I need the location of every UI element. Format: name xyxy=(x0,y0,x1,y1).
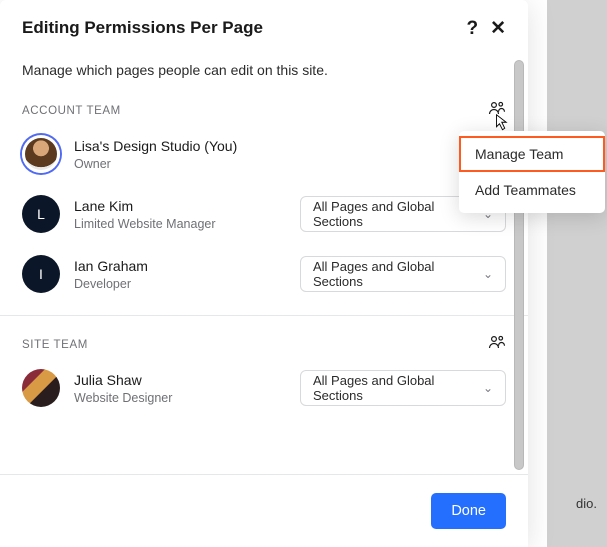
modal-subtitle: Manage which pages people can edit on th… xyxy=(22,62,506,78)
done-button[interactable]: Done xyxy=(431,493,506,529)
modal-title: Editing Permissions Per Page xyxy=(22,18,263,38)
member-role: Website Designer xyxy=(74,391,300,405)
member-row: Julia Shaw Website Designer All Pages an… xyxy=(22,369,506,407)
permissions-modal: Editing Permissions Per Page ? ✕ Manage … xyxy=(0,0,528,547)
member-role: Developer xyxy=(74,277,300,291)
permission-select[interactable]: All Pages and Global Sections ⌄ xyxy=(300,370,506,406)
avatar: I xyxy=(22,255,60,293)
team-icon[interactable] xyxy=(488,334,506,355)
chevron-down-icon: ⌄ xyxy=(483,381,493,395)
background-text: dio. xyxy=(576,496,597,511)
member-name: Lane Kim xyxy=(74,197,300,215)
account-team-label: ACCOUNT TEAM xyxy=(22,105,121,117)
add-teammates-item[interactable]: Add Teammates xyxy=(459,172,605,208)
member-row: Lisa's Design Studio (You) Owner xyxy=(22,135,506,173)
avatar xyxy=(22,369,60,407)
member-name: Julia Shaw xyxy=(74,371,300,389)
manage-team-item[interactable]: Manage Team xyxy=(459,136,605,172)
member-row: L Lane Kim Limited Website Manager All P… xyxy=(22,195,506,233)
avatar: L xyxy=(22,195,60,233)
member-name: Ian Graham xyxy=(74,257,300,275)
close-icon[interactable]: ✕ xyxy=(490,19,506,38)
avatar xyxy=(22,135,60,173)
section-divider xyxy=(0,315,528,316)
permission-value: All Pages and Global Sections xyxy=(313,259,475,289)
member-role: Owner xyxy=(74,157,506,171)
site-team-label: SITE TEAM xyxy=(22,339,88,351)
scrollbar[interactable] xyxy=(514,60,524,470)
permission-select[interactable]: All Pages and Global Sections ⌄ xyxy=(300,256,506,292)
cursor-icon xyxy=(492,113,510,133)
team-popover: Manage Team Add Teammates xyxy=(459,131,605,213)
permission-value: All Pages and Global Sections xyxy=(313,199,475,229)
chevron-down-icon: ⌄ xyxy=(483,267,493,281)
member-row: I Ian Graham Developer All Pages and Glo… xyxy=(22,255,506,293)
team-icon[interactable] xyxy=(488,100,506,121)
permission-value: All Pages and Global Sections xyxy=(313,373,475,403)
member-name: Lisa's Design Studio (You) xyxy=(74,137,506,155)
member-role: Limited Website Manager xyxy=(74,217,300,231)
help-icon[interactable]: ? xyxy=(466,19,478,38)
